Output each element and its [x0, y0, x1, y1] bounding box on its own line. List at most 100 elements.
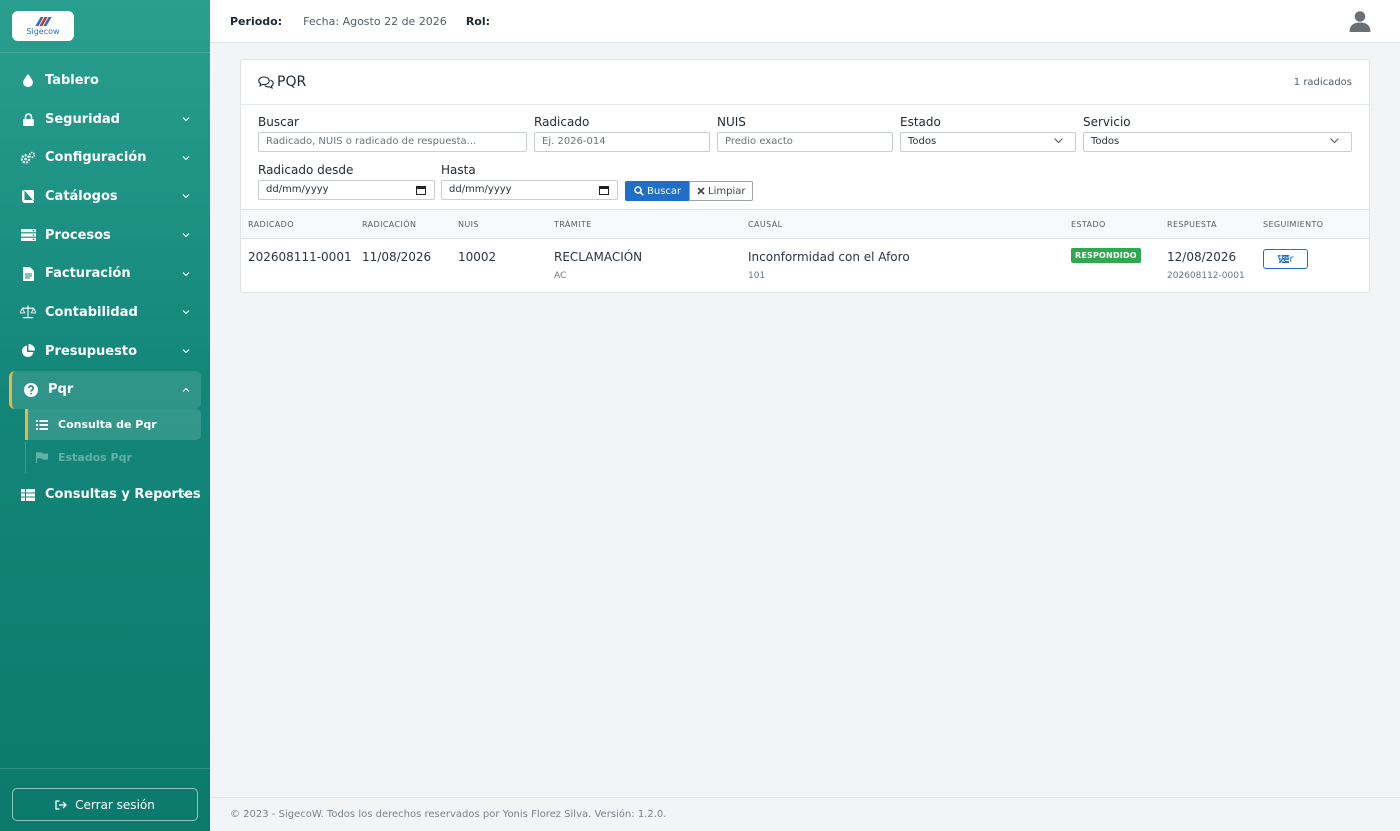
buscar-label: Buscar: [258, 115, 299, 129]
radicado-field-group: Radicado Ej. 2026-014: [534, 115, 710, 152]
buscar-button[interactable]: Buscar: [625, 181, 691, 201]
chevron-down-icon: [182, 310, 190, 315]
hasta-label: Hasta: [441, 163, 476, 177]
servicio-field-group: Servicio Todos: [1083, 115, 1352, 152]
sidebar-item-configuracion[interactable]: Configuración: [0, 138, 210, 177]
periodo-label: Periodo:: [230, 14, 283, 28]
sidebar-item-facturacion[interactable]: Facturación: [0, 254, 210, 293]
column-header: RADICADO: [248, 220, 294, 229]
respuesta-sub-cell: 202608112-0001: [1167, 271, 1245, 281]
causal-cell: Inconformidad con el Aforo: [748, 250, 910, 264]
buscar-input[interactable]: Radicado, NUIS o radicado de respuesta..…: [258, 132, 527, 152]
chevron-down-icon: [182, 492, 190, 497]
table-row: 202608111-0001 11/08/2026 10002 RECLAMAC…: [241, 239, 1369, 293]
table-header: RADICADO RADICACIÓN NUIS TRÁMITE CAUSAL …: [241, 209, 1369, 239]
servicio-select[interactable]: Todos: [1083, 132, 1352, 152]
chevron-down-icon: [182, 271, 190, 277]
table-icon: [20, 487, 36, 503]
chevron-down-icon: [182, 117, 190, 122]
tramite-sub-cell: AC: [554, 271, 567, 281]
estado-select-value: Todos: [908, 136, 937, 147]
logout-button[interactable]: Cerrar sesión: [12, 788, 198, 821]
desde-date-value: dd/mm/yyyy: [266, 184, 329, 195]
chevron-down-icon: [182, 194, 190, 199]
sidebar-item-presupuesto[interactable]: Presupuesto: [0, 332, 210, 371]
sidebar-item-contabilidad[interactable]: Contabilidad: [0, 293, 210, 332]
sidebar-item-pqr[interactable]: Pqr: [9, 370, 201, 410]
sidebar-item-label: Contabilidad: [45, 304, 138, 320]
radicado-label: Radicado: [534, 115, 590, 129]
desde-date-input[interactable]: dd/mm/yyyy: [258, 180, 435, 200]
search-icon: [634, 186, 644, 196]
sidebar-subitem-label: Consulta de Pqr: [58, 418, 157, 432]
ver-button[interactable]: Ver: [1263, 249, 1308, 269]
question-icon: [23, 382, 39, 398]
card-title: PQR: [258, 74, 306, 90]
servicio-label: Servicio: [1083, 115, 1131, 129]
sidebar-subitem-estados-pqr[interactable]: Estados Pqr: [25, 442, 201, 474]
estado-label: Estado: [900, 115, 941, 129]
column-header: CAUSAL: [748, 220, 783, 229]
chevron-up-icon: [182, 387, 190, 392]
sidebar-item-label: Presupuesto: [45, 343, 138, 359]
ver-button-label: Ver: [1277, 253, 1294, 265]
pqr-card: PQR 1 radicados Buscar Radicado, NUIS o …: [240, 59, 1370, 293]
drop-icon: [20, 72, 36, 88]
chevron-down-icon: [182, 233, 190, 238]
column-header: ESTADO: [1071, 220, 1106, 229]
hasta-field-group: Hasta dd/mm/yyyy: [441, 163, 618, 200]
column-header: NUIS: [458, 220, 479, 229]
nuis-field-group: NUIS Predio exacto: [717, 115, 893, 152]
user-avatar-icon[interactable]: [1348, 9, 1372, 36]
sidebar-item-label: Facturación: [45, 266, 131, 282]
limpiar-button-label: Limpiar: [708, 185, 746, 197]
sidebar-item-tablero[interactable]: Tablero: [0, 61, 210, 100]
desde-label: Radicado desde: [258, 163, 354, 177]
gears-icon: [20, 150, 36, 166]
column-header: RESPUESTA: [1167, 220, 1217, 229]
radicado-input[interactable]: Ej. 2026-014: [534, 132, 710, 152]
hasta-date-value: dd/mm/yyyy: [449, 184, 512, 195]
topbar: Periodo: Fecha: Agosto 22 de 2026 Rol:: [210, 0, 1400, 43]
hasta-date-input[interactable]: dd/mm/yyyy: [441, 180, 618, 200]
column-header: RADICACIÓN: [362, 220, 417, 229]
sidebar-item-label: Consultas y Reportes: [45, 487, 201, 503]
sidebar-item-label: Configuración: [45, 150, 147, 166]
buscar-field-group: Buscar Radicado, NUIS o radicado de resp…: [258, 115, 527, 152]
sidebar-item-label: Tablero: [45, 72, 99, 88]
sidebar-item-seguridad[interactable]: Seguridad: [0, 100, 210, 139]
tramite-cell: RECLAMACIÓN: [554, 250, 643, 264]
calendar-icon: [416, 186, 426, 195]
sidebar-footer: Cerrar sesión: [0, 768, 210, 831]
causal-sub-cell: 101: [748, 271, 766, 281]
logout-label: Cerrar sesión: [75, 797, 155, 812]
sidebar-item-procesos[interactable]: Procesos: [0, 216, 210, 255]
scale-icon: [20, 304, 36, 320]
flag-icon: [36, 452, 48, 464]
nuis-input[interactable]: Predio exacto: [717, 132, 893, 152]
column-header: SEGUIMIENTO: [1263, 220, 1324, 229]
sidebar-subitem-consulta-pqr[interactable]: Consulta de Pqr: [25, 409, 201, 441]
card-header: PQR 1 radicados: [241, 60, 1369, 105]
desde-field-group: Radicado desde dd/mm/yyyy: [258, 163, 435, 200]
sidebar-item-catalogos[interactable]: Catálogos: [0, 177, 210, 216]
buscar-button-label: Buscar: [647, 185, 682, 197]
list-icon: [36, 419, 48, 430]
logo[interactable]: Sigecow: [12, 11, 74, 41]
logo-mark-icon: [34, 16, 52, 26]
logo-text: Sigecow: [26, 26, 60, 36]
limpiar-button[interactable]: Limpiar: [689, 181, 754, 201]
estado-select[interactable]: Todos: [900, 132, 1076, 152]
pqr-submenu: Consulta de Pqr Estados Pqr: [25, 409, 201, 474]
sidebar-item-consultas-reportes[interactable]: Consultas y Reportes: [0, 475, 210, 514]
sidebar-item-label: Pqr: [48, 382, 74, 398]
footer: © 2023 - SigecoW. Todos los derechos res…: [210, 797, 1400, 831]
status-badge: RESPONDIDO: [1071, 248, 1141, 263]
chevron-down-icon: [182, 155, 190, 160]
sidebar: Sigecow Tablero Seguridad Configuración: [0, 0, 210, 831]
lock-icon: [20, 111, 36, 127]
column-header: TRÁMITE: [554, 220, 592, 229]
sidebar-subitem-label: Estados Pqr: [58, 451, 132, 465]
sidebar-item-label: Seguridad: [45, 111, 120, 127]
chevron-down-icon: [1054, 138, 1063, 144]
